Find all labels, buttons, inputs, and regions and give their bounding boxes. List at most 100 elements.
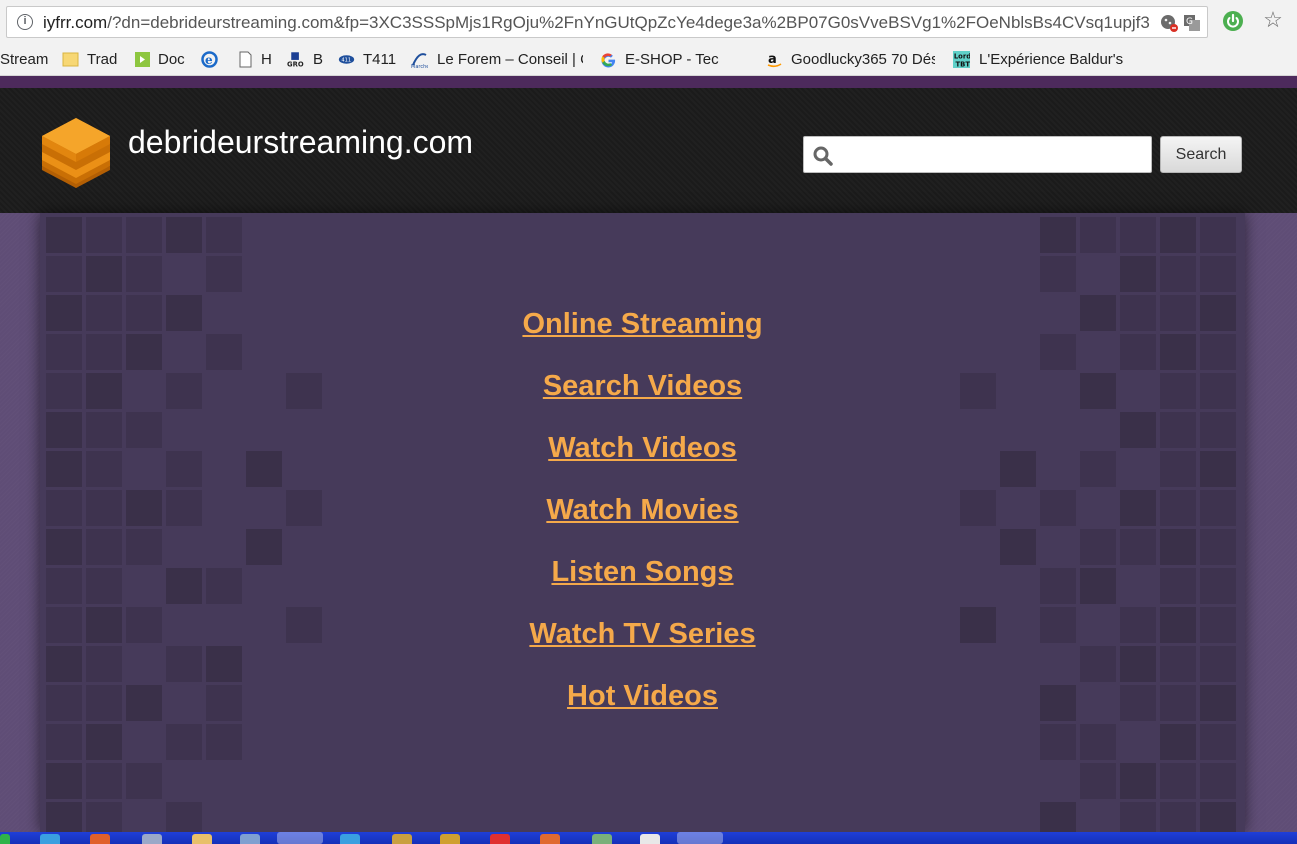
folder-icon [62, 52, 79, 67]
taskbar-app-icon[interactable] [240, 834, 260, 844]
decorative-tile [126, 217, 162, 253]
url-path: /?dn=debrideurstreaming.com&fp=3XC3SSSpM… [107, 13, 1150, 32]
bookmark-label: H [261, 51, 272, 68]
decorative-tile [1120, 217, 1156, 253]
stacked-layers-logo-icon[interactable] [40, 114, 112, 192]
translate-icon[interactable]: G [1183, 14, 1201, 32]
lord-icon: LordTBT [953, 51, 970, 68]
bookmark-label: Doc [158, 51, 185, 68]
decorative-tile [86, 763, 122, 799]
decorative-tile [1200, 256, 1236, 292]
decorative-tile [1160, 217, 1196, 253]
bookmarks-bar: Stream Trad Doc e H GRO B 411 T411 March… [0, 44, 1297, 76]
address-bar[interactable]: i iyfrr.com/?dn=debrideurstreaming.com&f… [6, 6, 1208, 38]
decorative-tile [1160, 256, 1196, 292]
decorative-tile [1120, 256, 1156, 292]
taskbar-app-icon[interactable] [490, 834, 510, 844]
bookmark-trad[interactable]: Trad [87, 44, 117, 75]
link-online-streaming[interactable]: Online Streaming [443, 306, 843, 368]
taskbar-app-icon[interactable] [540, 834, 560, 844]
decorative-tile [1120, 763, 1156, 799]
decorative-tile [46, 217, 82, 253]
search-input[interactable] [803, 136, 1152, 173]
link-watch-tv-series[interactable]: Watch TV Series [443, 616, 843, 678]
svg-text:GRO: GRO [287, 61, 304, 68]
decorative-tile [126, 256, 162, 292]
forem-icon: Marche [411, 53, 428, 68]
decorative-tile [166, 217, 202, 253]
decorative-tile [86, 217, 122, 253]
decorative-tile [86, 256, 122, 292]
taskbar-active-app[interactable] [277, 832, 323, 844]
decorative-tile [1080, 763, 1116, 799]
svg-text:411: 411 [341, 58, 351, 64]
taskbar-active-app[interactable] [677, 832, 723, 844]
gro-icon: GRO [287, 52, 304, 68]
decorative-tile [1080, 217, 1116, 253]
google-icon [601, 53, 616, 68]
link-hot-videos[interactable]: Hot Videos [443, 678, 843, 740]
bookmark-goodlucky365[interactable]: Goodlucky365 70 Dés [791, 44, 935, 75]
decorative-tile [206, 256, 242, 292]
bookmark-label: Goodlucky365 70 Dés [791, 51, 935, 68]
content-panel: Online Streaming Search Videos Watch Vid… [40, 213, 1245, 838]
decorative-tile [206, 217, 242, 253]
blocked-cookie-icon[interactable] [1160, 14, 1178, 32]
decorative-tile [46, 256, 82, 292]
bookmark-baldurs[interactable]: L'Expérience Baldur's G [979, 44, 1124, 75]
bookmark-star-icon[interactable]: ☆ [1262, 9, 1284, 31]
taskbar-app-icon[interactable] [90, 834, 110, 844]
bookmark-e-shop[interactable]: E-SHOP - Tec [625, 44, 719, 75]
url-text[interactable]: iyfrr.com/?dn=debrideurstreaming.com&fp=… [43, 13, 1153, 33]
link-watch-movies[interactable]: Watch Movies [443, 492, 843, 554]
taskbar-app-icon[interactable] [392, 834, 412, 844]
taskbar-app-icon[interactable] [142, 834, 162, 844]
link-watch-videos[interactable]: Watch Videos [443, 430, 843, 492]
bookmark-h[interactable]: H [261, 44, 272, 75]
search-button[interactable]: Search [1160, 136, 1242, 173]
link-search-videos[interactable]: Search Videos [443, 368, 843, 430]
search-icon [813, 146, 833, 166]
t411-icon: 411 [338, 55, 355, 64]
site-header: debrideurstreaming.com Search [0, 88, 1297, 213]
doc-app-icon [135, 52, 150, 67]
taskbar-app-icon[interactable] [592, 834, 612, 844]
web-page: debrideurstreaming.com Search Online Str… [0, 76, 1297, 838]
taskbar-app-icon[interactable] [40, 834, 60, 844]
amazon-icon: a [767, 52, 782, 68]
bookmark-stream[interactable]: Stream [0, 44, 48, 75]
bookmark-b[interactable]: B [313, 44, 323, 75]
decorative-tile [1160, 763, 1196, 799]
bookmark-label: Trad [87, 51, 118, 68]
windows-taskbar [0, 832, 1297, 844]
browser-toolbar: i iyfrr.com/?dn=debrideurstreaming.com&f… [0, 0, 1297, 44]
bookmark-label: B [313, 51, 324, 68]
decorative-tile [46, 763, 82, 799]
decorative-tile [126, 763, 162, 799]
url-host: iyfrr.com [43, 13, 108, 32]
bookmark-label: L'Expérience Baldur's G [979, 51, 1124, 68]
taskbar-app-icon[interactable] [440, 834, 460, 844]
info-icon[interactable]: i [17, 14, 33, 30]
bookmark-le-forem[interactable]: Le Forem – Conseil | C [437, 44, 583, 75]
decorative-tile [1040, 256, 1076, 292]
ie-icon[interactable]: e [201, 51, 218, 68]
taskbar-app-icon[interactable] [340, 834, 360, 844]
taskbar-app-icon[interactable] [640, 834, 660, 844]
taskbar-app-icon[interactable] [192, 834, 212, 844]
site-title[interactable]: debrideurstreaming.com [128, 124, 473, 161]
decorative-tile [1200, 217, 1236, 253]
nav-links: Online Streaming Search Videos Watch Vid… [40, 306, 1245, 740]
bookmark-doc[interactable]: Doc [158, 44, 185, 75]
start-button[interactable] [0, 834, 10, 844]
svg-text:TBT: TBT [956, 60, 970, 68]
svg-text:Marche: Marche [411, 64, 428, 68]
bookmark-t411[interactable]: T411 [363, 44, 396, 75]
extension-power-icon[interactable] [1222, 10, 1244, 32]
svg-text:G: G [1186, 17, 1193, 27]
decorative-tile [1040, 217, 1076, 253]
decorative-tile [1200, 763, 1236, 799]
svg-text:e: e [205, 53, 213, 67]
link-listen-songs[interactable]: Listen Songs [443, 554, 843, 616]
header-accent-strip [0, 76, 1297, 88]
